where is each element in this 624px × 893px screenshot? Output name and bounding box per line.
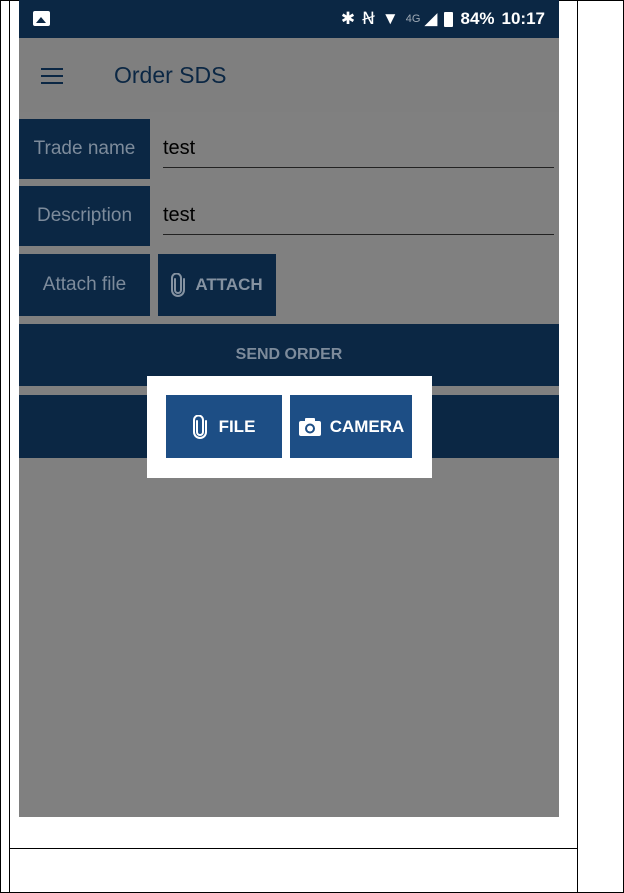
hamburger-icon[interactable]: [41, 68, 63, 84]
battery-percent: 84%: [460, 9, 495, 28]
attach-button-label: ATTACH: [195, 275, 263, 294]
frame-divider-left: [9, 0, 10, 893]
phone-screen: ✱ Ꞥ ▼ 4G ◢ 84% 10:17 Order SDS Trade nam…: [19, 0, 559, 817]
file-button-label: FILE: [218, 416, 256, 436]
camera-icon: [298, 417, 321, 436]
attach-file-label: Attach file: [19, 254, 150, 316]
description-underline: [163, 234, 554, 235]
camera-button-label: CAMERA: [329, 416, 405, 436]
nfc-icon: Ꞥ: [362, 9, 375, 28]
bluetooth-icon: ✱: [340, 9, 356, 28]
trade-name-underline: [163, 167, 554, 168]
signal-icon: ◢: [424, 9, 438, 28]
frame-divider-bottom: [9, 848, 577, 849]
status-icons: ✱ Ꞥ ▼ 4G ◢ 84% 10:17: [341, 9, 545, 29]
page-title: Order SDS: [114, 62, 227, 88]
battery-icon: [444, 11, 454, 27]
paperclip-icon: [171, 273, 186, 297]
trade-name-input[interactable]: test: [163, 137, 195, 160]
network-type-label: 4G: [405, 13, 421, 25]
frame-divider-right: [577, 0, 578, 893]
clock: 10:17: [501, 9, 545, 28]
description-input[interactable]: test: [163, 204, 195, 227]
send-order-label: SEND ORDER: [235, 346, 343, 363]
description-label: Description: [19, 186, 150, 246]
camera-button[interactable]: CAMERA: [290, 395, 412, 458]
attach-button[interactable]: ATTACH: [158, 254, 276, 316]
image-notification-icon: [33, 11, 50, 26]
trade-name-label: Trade name: [19, 119, 150, 179]
file-button[interactable]: FILE: [166, 395, 282, 458]
paperclip-icon: [192, 414, 207, 439]
status-bar: ✱ Ꞥ ▼ 4G ◢ 84% 10:17: [19, 0, 559, 38]
attach-popup: FILE CAMERA: [147, 376, 432, 478]
app-bar: Order SDS: [19, 38, 559, 112]
wifi-icon: ▼: [381, 9, 399, 28]
